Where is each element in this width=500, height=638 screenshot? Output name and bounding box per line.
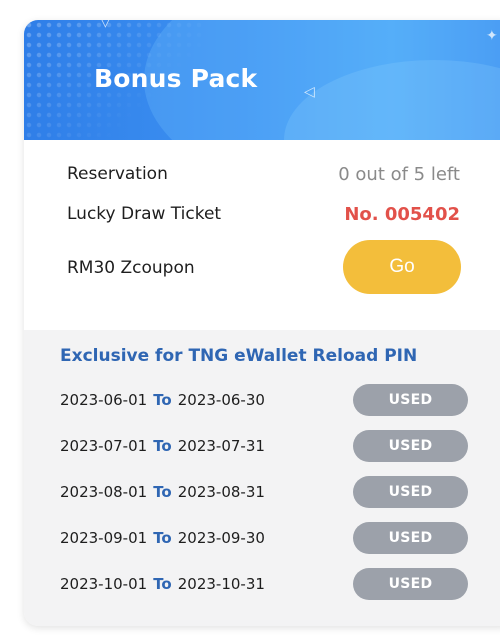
to-label: To [153, 437, 172, 455]
period-end-date: 2023-09-30 [177, 529, 265, 547]
reload-pin-section-title: Exclusive for TNG eWallet Reload PIN [60, 346, 418, 366]
pin-period-range: 2023-07-01 To 2023-07-31 [60, 437, 265, 455]
bonus-pack-card: ▽ ◁ ✦ Bonus Pack Reservation 0 out of 5 … [24, 20, 500, 626]
triangle-decoration-icon: ◁ [304, 84, 315, 100]
to-label: To [153, 391, 172, 409]
used-status-badge: USED [353, 384, 468, 416]
pin-period-range: 2023-09-01 To 2023-09-30 [60, 529, 265, 547]
pin-period-range: 2023-10-01 To 2023-10-31 [60, 575, 265, 593]
to-label: To [153, 575, 172, 593]
period-start-date: 2023-06-01 [60, 391, 148, 409]
lucky-draw-ticket-number: No. 005402 [344, 204, 460, 225]
lucky-draw-ticket-label: Lucky Draw Ticket [67, 204, 222, 224]
to-label: To [153, 483, 172, 501]
period-start-date: 2023-10-01 [60, 575, 148, 593]
pin-period-range: 2023-06-01 To 2023-06-30 [60, 391, 265, 409]
used-status-badge: USED [353, 476, 468, 508]
reload-pin-section: Exclusive for TNG eWallet Reload PIN 202… [24, 330, 500, 626]
reservation-label: Reservation [67, 164, 168, 184]
period-end-date: 2023-10-31 [177, 575, 265, 593]
period-end-date: 2023-06-30 [177, 391, 265, 409]
reservation-value: 0 out of 5 left [338, 164, 460, 185]
period-end-date: 2023-07-31 [177, 437, 265, 455]
period-start-date: 2023-07-01 [60, 437, 148, 455]
period-start-date: 2023-09-01 [60, 529, 148, 547]
to-label: To [153, 529, 172, 547]
pin-period-row: 2023-09-01 To 2023-09-30 USED [60, 522, 480, 554]
go-button[interactable]: Go [343, 240, 461, 294]
sparkle-decoration-icon: ✦ [486, 28, 498, 44]
period-start-date: 2023-08-01 [60, 483, 148, 501]
pin-period-range: 2023-08-01 To 2023-08-31 [60, 483, 265, 501]
pin-period-row: 2023-07-01 To 2023-07-31 USED [60, 430, 480, 462]
used-status-badge: USED [353, 522, 468, 554]
bonus-info-section: Reservation 0 out of 5 left Lucky Draw T… [24, 140, 500, 330]
page-title: Bonus Pack [94, 64, 258, 93]
pin-period-row: 2023-08-01 To 2023-08-31 USED [60, 476, 480, 508]
triangle-decoration-icon: ▽ [100, 20, 111, 30]
pin-period-row: 2023-10-01 To 2023-10-31 USED [60, 568, 480, 600]
period-end-date: 2023-08-31 [177, 483, 265, 501]
bonus-pack-banner: ▽ ◁ ✦ Bonus Pack [24, 20, 500, 140]
zcoupon-label: RM30 Zcoupon [67, 258, 195, 278]
used-status-badge: USED [353, 430, 468, 462]
pin-period-row: 2023-06-01 To 2023-06-30 USED [60, 384, 480, 416]
used-status-badge: USED [353, 568, 468, 600]
